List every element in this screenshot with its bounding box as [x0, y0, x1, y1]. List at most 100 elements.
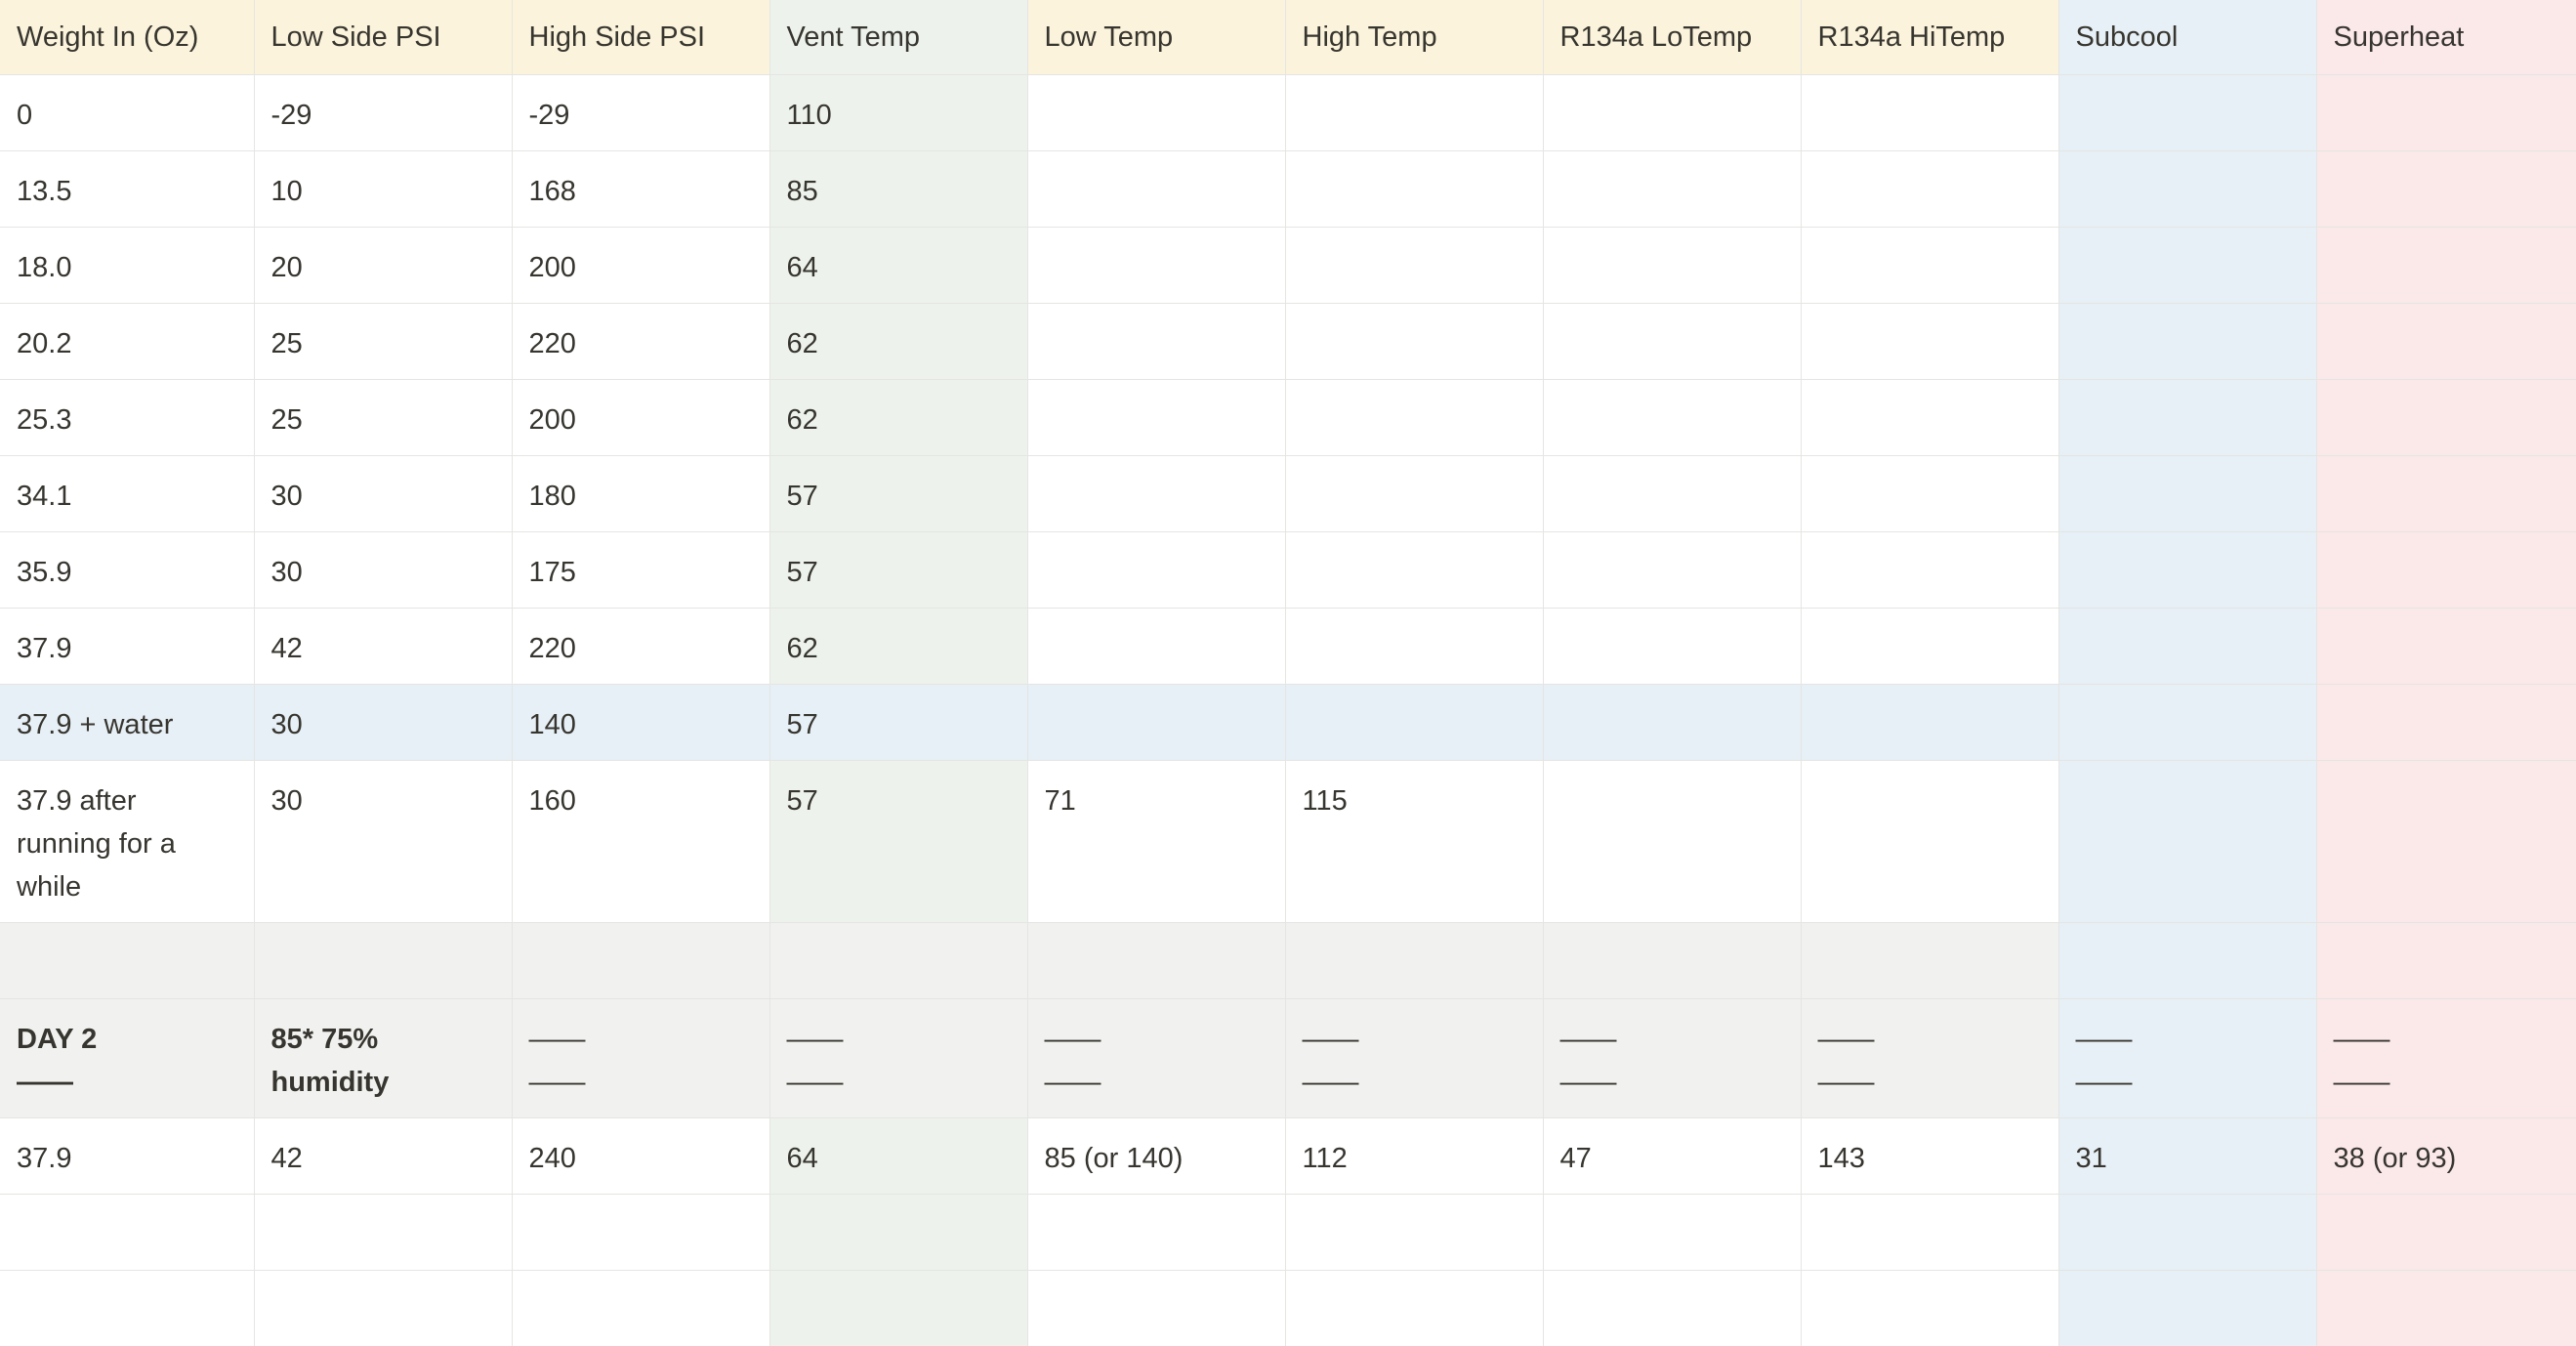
cell-low-temp[interactable] [1027, 151, 1285, 228]
cell-vent-temp[interactable]: 57 [769, 761, 1027, 923]
cell-high-side-psi[interactable]: —— —— [512, 999, 769, 1118]
cell-high-temp[interactable] [1285, 1271, 1543, 1346]
cell-weight[interactable] [0, 923, 254, 999]
cell-subcool[interactable] [2058, 1271, 2316, 1346]
cell-weight[interactable]: 18.0 [0, 228, 254, 304]
cell-r134a-hitemp[interactable] [1801, 151, 2058, 228]
cell-r134a-hitemp[interactable] [1801, 1271, 2058, 1346]
header-weight-in[interactable]: Weight In (Oz) [0, 0, 254, 75]
cell-subcool[interactable] [2058, 151, 2316, 228]
cell-high-side-psi[interactable]: 200 [512, 380, 769, 456]
cell-high-side-psi[interactable] [512, 923, 769, 999]
cell-subcool[interactable] [2058, 761, 2316, 923]
cell-low-temp[interactable] [1027, 304, 1285, 380]
cell-vent-temp[interactable]: 85 [769, 151, 1027, 228]
cell-r134a-hitemp[interactable] [1801, 609, 2058, 685]
cell-weight[interactable]: 37.9 + water [0, 685, 254, 761]
cell-low-side-psi[interactable]: 42 [254, 1118, 512, 1195]
cell-r134a-hitemp[interactable] [1801, 685, 2058, 761]
cell-weight[interactable] [0, 1195, 254, 1271]
cell-superheat[interactable] [2316, 304, 2576, 380]
cell-low-temp[interactable]: 85 (or 140) [1027, 1118, 1285, 1195]
header-subcool[interactable]: Subcool [2058, 0, 2316, 75]
cell-low-temp[interactable] [1027, 1271, 1285, 1346]
cell-low-side-psi[interactable]: 25 [254, 380, 512, 456]
cell-high-side-psi[interactable]: 168 [512, 151, 769, 228]
cell-superheat[interactable] [2316, 685, 2576, 761]
cell-high-temp[interactable] [1285, 151, 1543, 228]
cell-superheat[interactable] [2316, 1271, 2576, 1346]
cell-low-temp[interactable] [1027, 75, 1285, 151]
cell-subcool[interactable] [2058, 1195, 2316, 1271]
cell-r134a-hitemp[interactable] [1801, 532, 2058, 609]
cell-superheat[interactable] [2316, 1195, 2576, 1271]
cell-high-temp[interactable] [1285, 1195, 1543, 1271]
cell-r134a-hitemp[interactable] [1801, 1195, 2058, 1271]
cell-superheat[interactable]: —— —— [2316, 999, 2576, 1118]
cell-subcool[interactable] [2058, 228, 2316, 304]
cell-high-side-psi[interactable]: 140 [512, 685, 769, 761]
cell-r134a-hitemp[interactable] [1801, 380, 2058, 456]
cell-weight[interactable]: 20.2 [0, 304, 254, 380]
cell-high-side-psi[interactable]: 220 [512, 609, 769, 685]
cell-low-side-psi[interactable] [254, 923, 512, 999]
cell-weight[interactable]: 34.1 [0, 456, 254, 532]
cell-low-side-psi[interactable] [254, 1271, 512, 1346]
cell-superheat[interactable]: 38 (or 93) [2316, 1118, 2576, 1195]
cell-r134a-lotemp[interactable]: 47 [1543, 1118, 1801, 1195]
cell-low-side-psi[interactable]: 42 [254, 609, 512, 685]
cell-subcool[interactable] [2058, 380, 2316, 456]
cell-r134a-hitemp[interactable]: —— —— [1801, 999, 2058, 1118]
cell-high-side-psi[interactable]: 220 [512, 304, 769, 380]
cell-superheat[interactable] [2316, 532, 2576, 609]
cell-r134a-lotemp[interactable] [1543, 75, 1801, 151]
header-superheat[interactable]: Superheat [2316, 0, 2576, 75]
cell-superheat[interactable] [2316, 923, 2576, 999]
cell-low-temp[interactable] [1027, 685, 1285, 761]
cell-subcool[interactable] [2058, 685, 2316, 761]
cell-r134a-lotemp[interactable] [1543, 151, 1801, 228]
cell-high-side-psi[interactable] [512, 1195, 769, 1271]
cell-vent-temp[interactable]: 62 [769, 380, 1027, 456]
cell-r134a-lotemp[interactable] [1543, 380, 1801, 456]
cell-weight[interactable] [0, 1271, 254, 1346]
cell-superheat[interactable] [2316, 761, 2576, 923]
header-vent-temp[interactable]: Vent Temp [769, 0, 1027, 75]
cell-subcool[interactable] [2058, 609, 2316, 685]
cell-low-side-psi[interactable]: 85* 75% humidity [254, 999, 512, 1118]
cell-weight[interactable]: 25.3 [0, 380, 254, 456]
cell-r134a-hitemp[interactable]: 143 [1801, 1118, 2058, 1195]
cell-high-temp[interactable]: —— —— [1285, 999, 1543, 1118]
cell-weight[interactable]: 37.9 [0, 609, 254, 685]
cell-high-temp[interactable] [1285, 75, 1543, 151]
cell-vent-temp[interactable] [769, 1271, 1027, 1346]
cell-r134a-hitemp[interactable] [1801, 304, 2058, 380]
cell-high-side-psi[interactable]: 160 [512, 761, 769, 923]
cell-vent-temp[interactable]: 62 [769, 609, 1027, 685]
cell-high-temp[interactable] [1285, 685, 1543, 761]
cell-superheat[interactable] [2316, 151, 2576, 228]
cell-r134a-lotemp[interactable] [1543, 685, 1801, 761]
cell-high-temp[interactable] [1285, 304, 1543, 380]
header-r134a-lotemp[interactable]: R134a LoTemp [1543, 0, 1801, 75]
cell-vent-temp[interactable]: 64 [769, 1118, 1027, 1195]
cell-vent-temp[interactable]: —— —— [769, 999, 1027, 1118]
cell-low-temp[interactable] [1027, 532, 1285, 609]
cell-r134a-lotemp[interactable]: —— —— [1543, 999, 1801, 1118]
cell-low-side-psi[interactable] [254, 1195, 512, 1271]
cell-high-side-psi[interactable]: -29 [512, 75, 769, 151]
cell-low-temp[interactable]: —— —— [1027, 999, 1285, 1118]
cell-subcool[interactable] [2058, 923, 2316, 999]
cell-subcool[interactable] [2058, 456, 2316, 532]
header-low-side-psi[interactable]: Low Side PSI [254, 0, 512, 75]
cell-superheat[interactable] [2316, 75, 2576, 151]
cell-high-temp[interactable] [1285, 380, 1543, 456]
cell-r134a-lotemp[interactable] [1543, 228, 1801, 304]
cell-low-temp[interactable]: 71 [1027, 761, 1285, 923]
header-r134a-hitemp[interactable]: R134a HiTemp [1801, 0, 2058, 75]
cell-high-side-psi[interactable]: 200 [512, 228, 769, 304]
cell-vent-temp[interactable] [769, 923, 1027, 999]
cell-r134a-hitemp[interactable] [1801, 923, 2058, 999]
cell-subcool[interactable]: 31 [2058, 1118, 2316, 1195]
cell-vent-temp[interactable]: 64 [769, 228, 1027, 304]
